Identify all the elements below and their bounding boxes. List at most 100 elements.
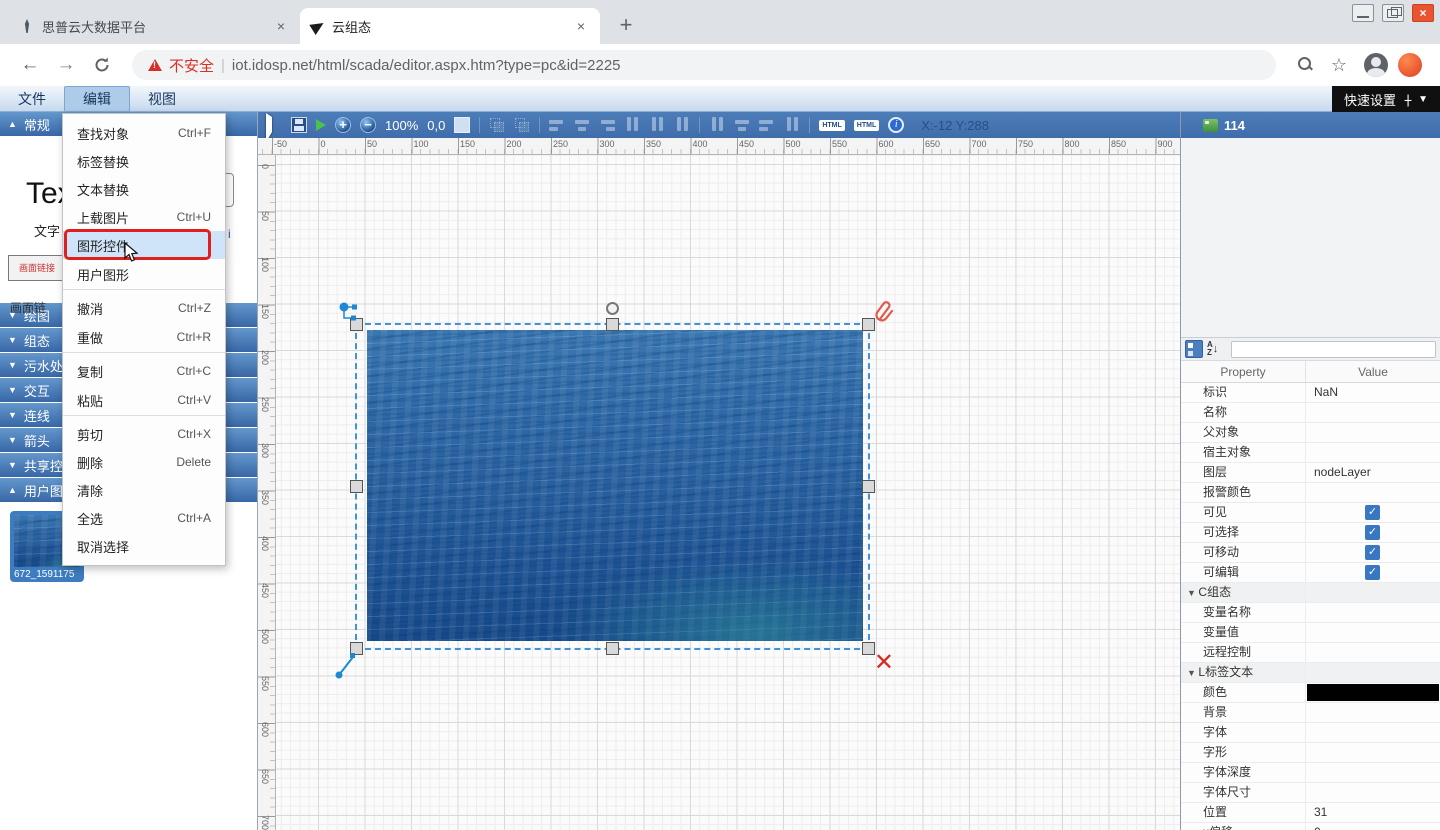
delete-x-icon[interactable]: ✕	[874, 652, 894, 674]
resize-handle-b[interactable]	[606, 642, 619, 655]
profile-icon[interactable]	[1398, 53, 1422, 77]
edit-menu-item[interactable]: 用户图形	[63, 259, 225, 290]
property-value[interactable]	[1306, 783, 1440, 802]
property-row[interactable]: 远程控制	[1181, 643, 1440, 663]
avatar-icon[interactable]	[1364, 53, 1388, 77]
window-close-icon[interactable]: ×	[1412, 4, 1434, 22]
property-row[interactable]: 颜色	[1181, 683, 1440, 703]
html-export-icon[interactable]: HTML	[819, 120, 844, 131]
edit-menu-item[interactable]: 文本替换	[63, 175, 225, 203]
property-value[interactable]	[1306, 623, 1440, 642]
edit-menu-item[interactable]: 撤消 Ctrl+Z	[63, 294, 225, 322]
property-value[interactable]	[1306, 523, 1440, 542]
page-icon[interactable]	[454, 117, 470, 133]
categorize-icon[interactable]	[1185, 340, 1203, 358]
chevron-down-icon[interactable]: ▼	[1418, 94, 1428, 105]
menu-file[interactable]: 文件	[0, 87, 64, 111]
property-row[interactable]: 字体	[1181, 723, 1440, 743]
back-icon[interactable]: ←	[14, 54, 46, 76]
property-value[interactable]	[1306, 643, 1440, 662]
distribute-h-icon[interactable]	[709, 117, 725, 133]
property-row[interactable]: 字体尺寸	[1181, 783, 1440, 803]
edit-menu-item[interactable]: 粘贴 Ctrl+V	[63, 385, 225, 416]
resize-handle-l[interactable]	[350, 480, 363, 493]
property-value[interactable]	[1306, 703, 1440, 722]
align-center-icon[interactable]	[574, 117, 590, 133]
property-value[interactable]	[1306, 603, 1440, 622]
align-left-icon[interactable]	[549, 117, 565, 133]
resize-handle-t[interactable]	[606, 318, 619, 331]
property-value[interactable]	[1306, 403, 1440, 422]
property-row[interactable]: 变量值	[1181, 623, 1440, 643]
paperclip-icon[interactable]	[873, 299, 895, 328]
property-row[interactable]: 可编辑	[1181, 563, 1440, 583]
close-tab-icon[interactable]: ×	[272, 17, 290, 35]
property-value[interactable]	[1306, 483, 1440, 502]
close-tab-icon[interactable]: ×	[572, 17, 590, 35]
edit-menu-item[interactable]: 上载图片 Ctrl+U	[63, 203, 225, 231]
property-row[interactable]: 宿主对象	[1181, 443, 1440, 463]
align-right-icon[interactable]	[599, 117, 615, 133]
edit-menu-item[interactable]: 清除	[63, 476, 225, 504]
run-icon[interactable]	[316, 119, 326, 131]
tab-dashboard[interactable]: 思普云大数据平台 ×	[8, 8, 300, 44]
html-preview-icon[interactable]: HTML	[854, 120, 879, 131]
property-row[interactable]: x偏移 0	[1181, 823, 1440, 830]
property-value[interactable]	[1306, 683, 1440, 702]
rotate-handle[interactable]	[606, 302, 619, 315]
property-row[interactable]: 可见	[1181, 503, 1440, 523]
property-value[interactable]	[1306, 663, 1440, 682]
property-row[interactable]: 可移动	[1181, 543, 1440, 563]
edit-menu-item[interactable]: 删除 Delete	[63, 448, 225, 476]
property-value[interactable]	[1306, 563, 1440, 582]
edit-menu-item[interactable]: 标签替换	[63, 147, 225, 175]
align-bottom-icon[interactable]	[674, 117, 690, 133]
property-value[interactable]	[1306, 743, 1440, 762]
new-tab-button[interactable]: +	[612, 12, 640, 38]
property-row[interactable]: 父对象	[1181, 423, 1440, 443]
selection-box[interactable]: ✕	[355, 323, 870, 650]
design-canvas[interactable]: ✕	[276, 155, 1180, 830]
edit-menu-item[interactable]: 图形控件	[63, 231, 225, 259]
ungroup-icon[interactable]	[514, 117, 530, 133]
property-value[interactable]	[1306, 503, 1440, 522]
edit-menu-item[interactable]: 复制 Ctrl+C	[63, 357, 225, 385]
tab-scada-editor[interactable]: 云组态 ×	[300, 8, 600, 44]
property-row[interactable]: 背景	[1181, 703, 1440, 723]
sort-az-icon[interactable]: AZ↓	[1207, 340, 1227, 358]
property-value[interactable]	[1306, 443, 1440, 462]
property-row[interactable]: 字体深度	[1181, 763, 1440, 783]
security-warning[interactable]: 不安全	[169, 55, 214, 76]
edit-menu-item[interactable]: 剪切 Ctrl+X	[63, 420, 225, 448]
property-value[interactable]	[1306, 763, 1440, 782]
property-filter-input[interactable]	[1231, 341, 1436, 358]
align-middle-icon[interactable]	[649, 117, 665, 133]
property-row[interactable]: 标识 NaN	[1181, 383, 1440, 403]
zoom-page-icon[interactable]	[1290, 56, 1320, 75]
same-size-icon[interactable]	[759, 117, 775, 133]
property-value[interactable]: 0	[1306, 823, 1440, 830]
distribute-v-icon[interactable]	[734, 117, 750, 133]
color-swatch[interactable]	[1307, 684, 1439, 701]
group-icon[interactable]	[489, 117, 505, 133]
property-value[interactable]: nodeLayer	[1306, 463, 1440, 482]
property-value[interactable]	[1306, 723, 1440, 742]
property-row[interactable]: C组态	[1181, 583, 1440, 603]
property-value[interactable]: NaN	[1306, 383, 1440, 402]
property-row[interactable]: 图层 nodeLayer	[1181, 463, 1440, 483]
align-top-icon[interactable]	[624, 117, 640, 133]
bookmark-star-icon[interactable]: ☆	[1324, 55, 1354, 76]
url-text[interactable]: iot.idosp.net/html/scada/editor.aspx.htm…	[232, 57, 621, 74]
property-row[interactable]: L标签文本	[1181, 663, 1440, 683]
menu-edit[interactable]: 编辑	[64, 86, 130, 112]
property-value[interactable]	[1306, 423, 1440, 442]
expand-icon[interactable]: -|-	[1404, 92, 1410, 107]
same-height-icon[interactable]	[784, 117, 800, 133]
scale-handle-icon[interactable]	[335, 649, 361, 682]
edit-menu-item[interactable]: 全选 Ctrl+A	[63, 504, 225, 532]
anchor-node-icon[interactable]	[338, 301, 362, 330]
zoom-in-icon[interactable]: +	[335, 117, 351, 133]
property-value[interactable]: 31	[1306, 803, 1440, 822]
property-row[interactable]: 报警颜色	[1181, 483, 1440, 503]
edit-menu-item[interactable]: 查找对象 Ctrl+F	[63, 119, 225, 147]
